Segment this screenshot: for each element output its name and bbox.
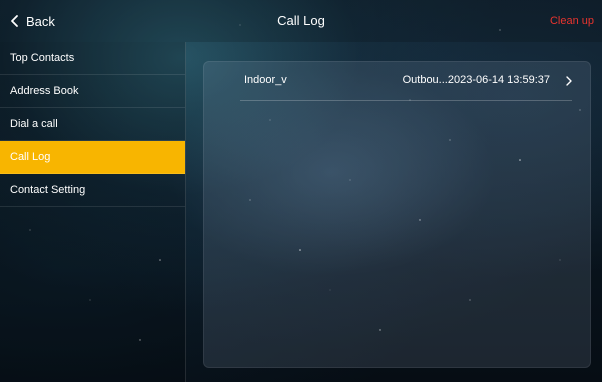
clean-up-button[interactable]: Clean up xyxy=(550,0,594,42)
page-title: Call Log xyxy=(277,13,325,28)
sidebar-item-top-contacts[interactable]: Top Contacts xyxy=(0,42,185,75)
row-divider xyxy=(240,100,572,101)
call-log-entry[interactable]: Indoor_v Outbou...2023-06-14 13:59:37 xyxy=(204,62,590,102)
call-log-entry-name: Indoor_v xyxy=(244,74,287,86)
call-log-panel: Indoor_v Outbou...2023-06-14 13:59:37 xyxy=(203,61,591,368)
back-label: Back xyxy=(26,13,55,29)
sidebar-item-address-book[interactable]: Address Book xyxy=(0,75,185,108)
back-button[interactable]: Back xyxy=(8,0,55,42)
sidebar-item-contact-setting[interactable]: Contact Setting xyxy=(0,174,185,207)
sidebar-item-call-log[interactable]: Call Log xyxy=(0,141,185,174)
sidebar: Top Contacts Address Book Dial a call Ca… xyxy=(0,42,186,382)
call-log-entry-detail: Outbou...2023-06-14 13:59:37 xyxy=(402,74,550,86)
sidebar-item-dial-a-call[interactable]: Dial a call xyxy=(0,108,185,141)
chevron-right-icon xyxy=(566,76,572,86)
top-bar: Back Call Log Clean up xyxy=(0,0,602,42)
chevron-left-icon xyxy=(11,15,18,27)
